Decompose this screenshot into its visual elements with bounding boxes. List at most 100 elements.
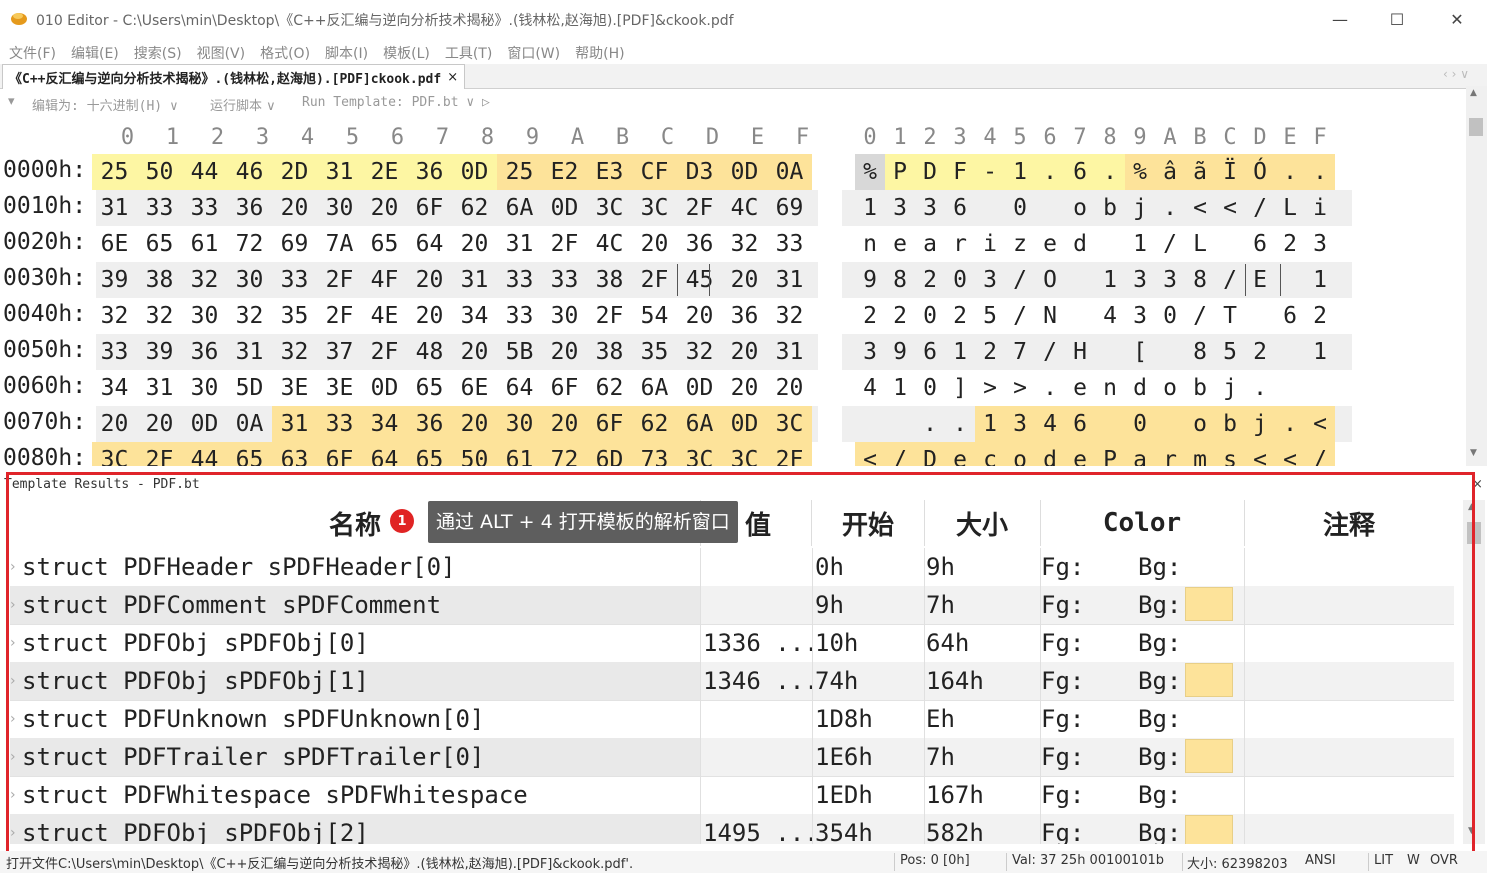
text-char[interactable]: 8: [1185, 262, 1215, 298]
text-char[interactable]: <: [1215, 190, 1245, 226]
hex-scroll-thumb[interactable]: [1469, 118, 1483, 136]
text-char[interactable]: s: [1215, 442, 1245, 466]
text-char[interactable]: 4: [855, 370, 885, 406]
hex-byte[interactable]: 6F: [317, 442, 362, 466]
template-row[interactable]: › struct PDFObj sPDFObj[0] 1336 ... 10h 64h F…: [10, 624, 1454, 663]
hex-byte[interactable]: 2F: [542, 226, 587, 262]
hex-byte[interactable]: 50: [137, 154, 182, 190]
header-size[interactable]: 大小: [924, 500, 1041, 546]
hex-byte[interactable]: 33: [497, 298, 542, 334]
text-char[interactable]: r: [945, 226, 975, 262]
text-char[interactable]: [1035, 190, 1065, 226]
hex-byte[interactable]: 3E: [272, 370, 317, 406]
text-char[interactable]: >: [1005, 370, 1035, 406]
text-char[interactable]: -: [975, 154, 1005, 190]
text-char[interactable]: /: [1155, 226, 1185, 262]
menu-file[interactable]: 文件(F): [9, 40, 56, 64]
text-char[interactable]: /: [1305, 442, 1335, 466]
text-char[interactable]: 3: [1155, 262, 1185, 298]
hex-byte[interactable]: 65: [227, 442, 272, 466]
hex-byte[interactable]: 31: [137, 370, 182, 406]
text-char[interactable]: <: [1245, 442, 1275, 466]
text-char[interactable]: 1: [1005, 154, 1035, 190]
hex-byte[interactable]: 4F: [362, 262, 407, 298]
text-char[interactable]: 1: [1305, 334, 1335, 370]
text-char[interactable]: m: [1185, 442, 1215, 466]
header-comment[interactable]: 注释: [1244, 500, 1454, 546]
text-char[interactable]: [1275, 334, 1305, 370]
hex-byte[interactable]: 3C: [587, 190, 632, 226]
hex-byte[interactable]: 32: [767, 298, 812, 334]
hex-byte[interactable]: 2F: [362, 334, 407, 370]
hex-byte[interactable]: 2F: [677, 190, 722, 226]
hex-byte[interactable]: 30: [542, 298, 587, 334]
hex-byte[interactable]: 30: [182, 370, 227, 406]
text-char[interactable]: 0: [915, 298, 945, 334]
text-char[interactable]: b: [1215, 406, 1245, 442]
hex-byte[interactable]: 36: [722, 298, 767, 334]
hex-byte[interactable]: 3C: [677, 442, 722, 466]
text-char[interactable]: [1095, 406, 1125, 442]
hex-byte[interactable]: 34: [362, 406, 407, 442]
hex-byte[interactable]: 0D: [677, 370, 722, 406]
text-char[interactable]: [1065, 298, 1095, 334]
text-char[interactable]: 3: [915, 190, 945, 226]
text-char[interactable]: 8: [1185, 334, 1215, 370]
text-char[interactable]: 6: [1245, 226, 1275, 262]
hex-byte[interactable]: 33: [92, 334, 137, 370]
hex-byte[interactable]: 33: [137, 190, 182, 226]
text-char[interactable]: 1: [1305, 262, 1335, 298]
status-w[interactable]: W: [1407, 853, 1420, 868]
hex-byte[interactable]: 65: [407, 442, 452, 466]
hex-byte[interactable]: 3C: [632, 190, 677, 226]
hex-byte[interactable]: 0D: [542, 190, 587, 226]
hex-byte[interactable]: 33: [497, 262, 542, 298]
hex-byte[interactable]: 36: [677, 226, 722, 262]
hex-byte[interactable]: 65: [362, 226, 407, 262]
text-char[interactable]: .: [915, 406, 945, 442]
scroll-down-icon[interactable]: ▼: [1470, 448, 1477, 458]
text-char[interactable]: [1065, 262, 1095, 298]
hex-byte[interactable]: 6A: [677, 406, 722, 442]
text-char[interactable]: .: [1035, 154, 1065, 190]
text-char[interactable]: .: [1245, 370, 1275, 406]
text-char[interactable]: .: [1155, 190, 1185, 226]
hex-byte[interactable]: 32: [677, 334, 722, 370]
text-char[interactable]: b: [1185, 370, 1215, 406]
text-char[interactable]: e: [1065, 370, 1095, 406]
text-char[interactable]: d: [1125, 370, 1155, 406]
text-char[interactable]: <: [1305, 406, 1335, 442]
hex-byte[interactable]: 0D: [722, 406, 767, 442]
text-char[interactable]: [1245, 298, 1275, 334]
expand-arrow-icon[interactable]: ›: [10, 814, 16, 844]
hex-byte[interactable]: 33: [272, 262, 317, 298]
hex-byte[interactable]: 20: [407, 298, 452, 334]
hex-byte[interactable]: 2F: [317, 298, 362, 334]
hex-byte[interactable]: 4C: [587, 226, 632, 262]
text-char[interactable]: d: [1065, 226, 1095, 262]
hex-byte[interactable]: 34: [452, 298, 497, 334]
text-char[interactable]: 2: [1305, 298, 1335, 334]
hex-byte[interactable]: 38: [587, 334, 632, 370]
text-char[interactable]: 2: [915, 262, 945, 298]
text-char[interactable]: [: [1125, 334, 1155, 370]
hex-byte[interactable]: 39: [137, 334, 182, 370]
text-char[interactable]: 9: [885, 334, 915, 370]
hex-byte[interactable]: 20: [767, 370, 812, 406]
hex-byte[interactable]: 72: [227, 226, 272, 262]
hex-byte[interactable]: 31: [767, 334, 812, 370]
expand-arrow-icon[interactable]: ›: [10, 662, 16, 700]
hex-byte[interactable]: 48: [407, 334, 452, 370]
text-char[interactable]: o: [1185, 406, 1215, 442]
hex-byte[interactable]: 69: [767, 190, 812, 226]
text-char[interactable]: [885, 406, 915, 442]
hex-byte[interactable]: 3C: [92, 442, 137, 466]
text-char[interactable]: 6: [1065, 154, 1095, 190]
hex-byte[interactable]: 36: [182, 334, 227, 370]
hex-byte[interactable]: 50: [452, 442, 497, 466]
minimize-button[interactable]: —: [1313, 0, 1367, 38]
template-scroll-thumb[interactable]: [1467, 522, 1481, 544]
text-char[interactable]: 9: [855, 262, 885, 298]
text-char[interactable]: P: [885, 154, 915, 190]
hex-byte[interactable]: 64: [407, 226, 452, 262]
